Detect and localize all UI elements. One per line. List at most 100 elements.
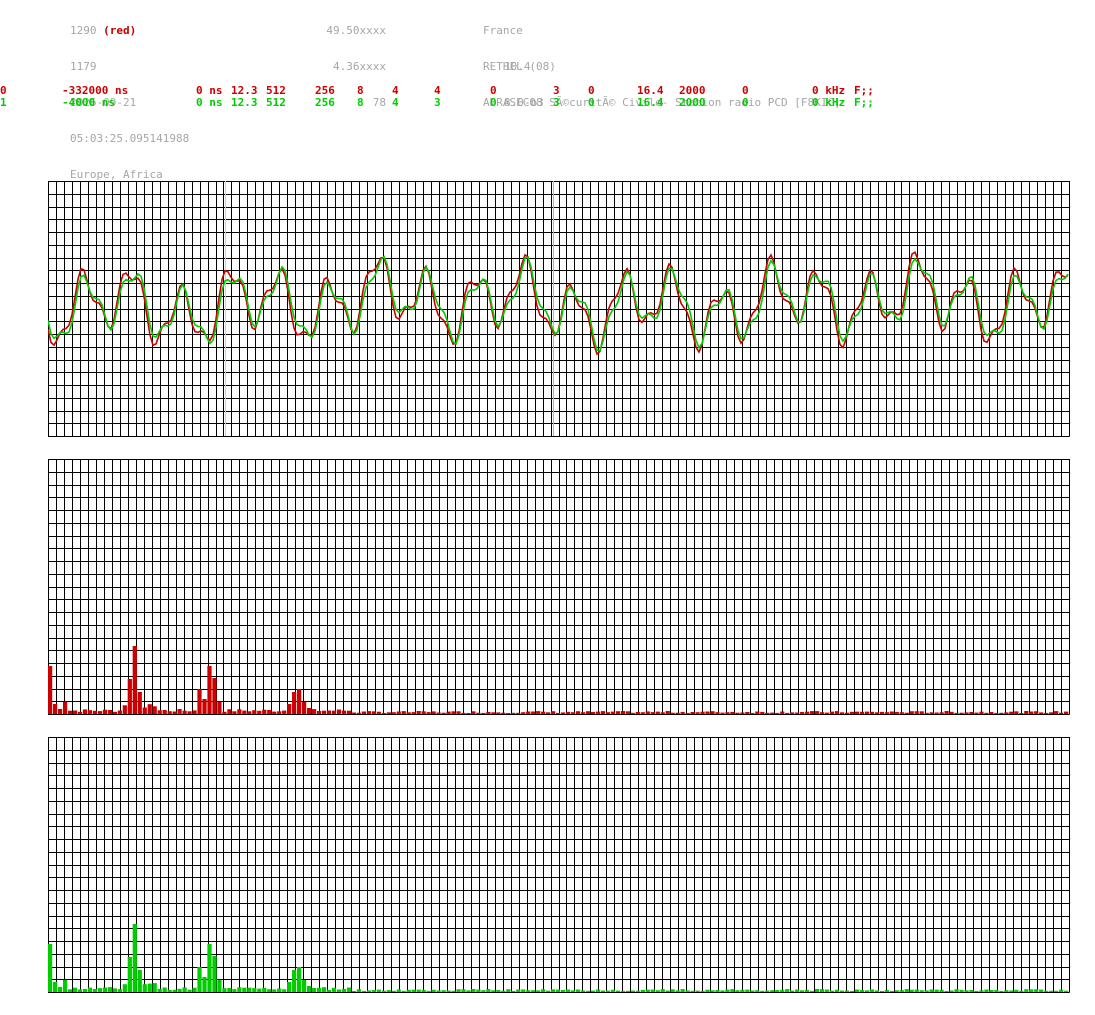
spectrum-bar <box>107 987 112 992</box>
spectrum-bar <box>889 711 894 714</box>
spectrum-bar <box>974 991 979 993</box>
spectrum-bar <box>874 990 879 993</box>
spectrum-bar <box>889 991 894 993</box>
spectrum-bar <box>785 989 790 992</box>
spectrum-bar <box>750 712 755 714</box>
spectrum-bar <box>52 982 58 992</box>
channel-1-field-14: 0 <box>742 96 749 109</box>
spectrum-bar <box>87 987 93 993</box>
spectrum-bar <box>551 711 556 714</box>
spectrum-bars <box>48 924 1069 993</box>
spectrum-bar <box>770 712 775 715</box>
spectrum-bar <box>775 712 780 714</box>
spectrum-plot-green <box>48 737 1070 993</box>
spectrum-bar <box>52 704 58 714</box>
spectrum-bar <box>67 710 73 715</box>
spectrum-bar <box>326 710 332 714</box>
spectrum-bar <box>112 711 117 715</box>
spectrum-bar <box>785 712 790 714</box>
spectrum-bar <box>137 692 142 714</box>
spectrum-bar <box>232 989 237 993</box>
spectrum-bar <box>725 989 730 993</box>
spectrum-bar <box>815 989 820 992</box>
spectrum-bar <box>536 711 541 714</box>
spectrum-bar <box>959 712 964 715</box>
spectrum-bar <box>675 712 680 715</box>
spectrum-bar <box>192 710 197 715</box>
spectrum-bar <box>725 712 730 715</box>
spectrum-bar <box>1009 990 1014 993</box>
spectrum-bar <box>426 712 431 715</box>
header-line-1: 1290 (red) <box>70 24 137 37</box>
spectrum-bar <box>1044 990 1049 992</box>
spectrum-bar <box>879 991 884 993</box>
spectrum-bar <box>167 989 172 993</box>
spectrum-bar <box>1014 711 1019 715</box>
spectrum-bar <box>386 990 391 993</box>
spectrum-bar <box>351 712 357 714</box>
spectrum-bar <box>227 988 232 993</box>
spectrum-bar <box>227 709 232 714</box>
spectrum-bar <box>551 989 556 993</box>
spectrum-bar <box>152 706 157 714</box>
spectrum-bar <box>660 989 665 993</box>
spectrum-bar <box>147 704 152 715</box>
spectrum-bar <box>919 711 924 715</box>
spectrum-bar <box>67 989 73 992</box>
spectrum-bar <box>311 709 317 714</box>
spectrum-bar <box>675 990 680 993</box>
spectrum-bar <box>605 990 611 992</box>
spectrum-bar <box>705 989 710 992</box>
spectrum-bar <box>750 990 755 992</box>
spectrum-bar <box>929 712 934 714</box>
spectrum-bar <box>431 989 436 993</box>
spectrum-bar <box>476 712 481 714</box>
spectrum-bar <box>172 989 177 992</box>
spectrum-bar <box>839 712 845 715</box>
spectrum-bar <box>162 987 167 993</box>
spectrum-bar <box>1049 712 1054 715</box>
spectrum-bar <box>97 711 103 714</box>
spectrum-bar <box>989 712 994 714</box>
spectrum-bar <box>944 991 949 993</box>
spectrum-bar <box>575 989 581 993</box>
spectrum-bar <box>745 989 750 992</box>
spectrum-bar <box>421 989 426 993</box>
spectrum-bar <box>531 990 536 992</box>
spectrum-bar <box>252 988 257 993</box>
spectrum-bar <box>72 710 78 715</box>
spectrum-bar <box>237 709 242 714</box>
spectrum-bar <box>954 989 959 992</box>
spectrum-bar <box>565 989 571 992</box>
spectrum-bar <box>695 990 700 993</box>
spectrum-bar <box>451 711 456 715</box>
spectrum-bar <box>790 712 795 714</box>
spectrum-bar <box>650 989 655 992</box>
spectrum-bar <box>496 712 501 714</box>
spectrum-bar <box>112 988 117 992</box>
spectrum-bar <box>292 692 297 714</box>
spectrum-bar <box>904 989 909 992</box>
spectrum-bar <box>695 712 700 714</box>
station-version: 10.4 8.0-b3 <box>504 37 544 121</box>
spectrum-bar <box>810 711 815 714</box>
spectrum-bar <box>361 711 366 715</box>
grid <box>48 737 1070 993</box>
latitude: 49.50xxxx <box>326 24 386 37</box>
spectrum-bar <box>202 699 207 714</box>
spectrum-bar <box>864 711 870 715</box>
spectrum-bar <box>705 711 710 714</box>
spectrum-bar <box>1034 711 1039 715</box>
spectrum-bar <box>506 713 511 715</box>
spectrum-bar <box>132 924 137 992</box>
spectrum-bar <box>989 990 994 992</box>
spectrum-bar <box>446 711 451 714</box>
spectrum-bar <box>491 712 496 715</box>
spectrum-bar <box>212 956 217 992</box>
channel-1-field-16: F;; <box>854 96 874 109</box>
spectrum-bar <box>844 990 850 992</box>
spectrum-bar <box>585 990 591 992</box>
spectrum-bar <box>217 702 222 714</box>
spectrum-bar <box>864 990 870 993</box>
spectrum-bar <box>1054 990 1059 992</box>
